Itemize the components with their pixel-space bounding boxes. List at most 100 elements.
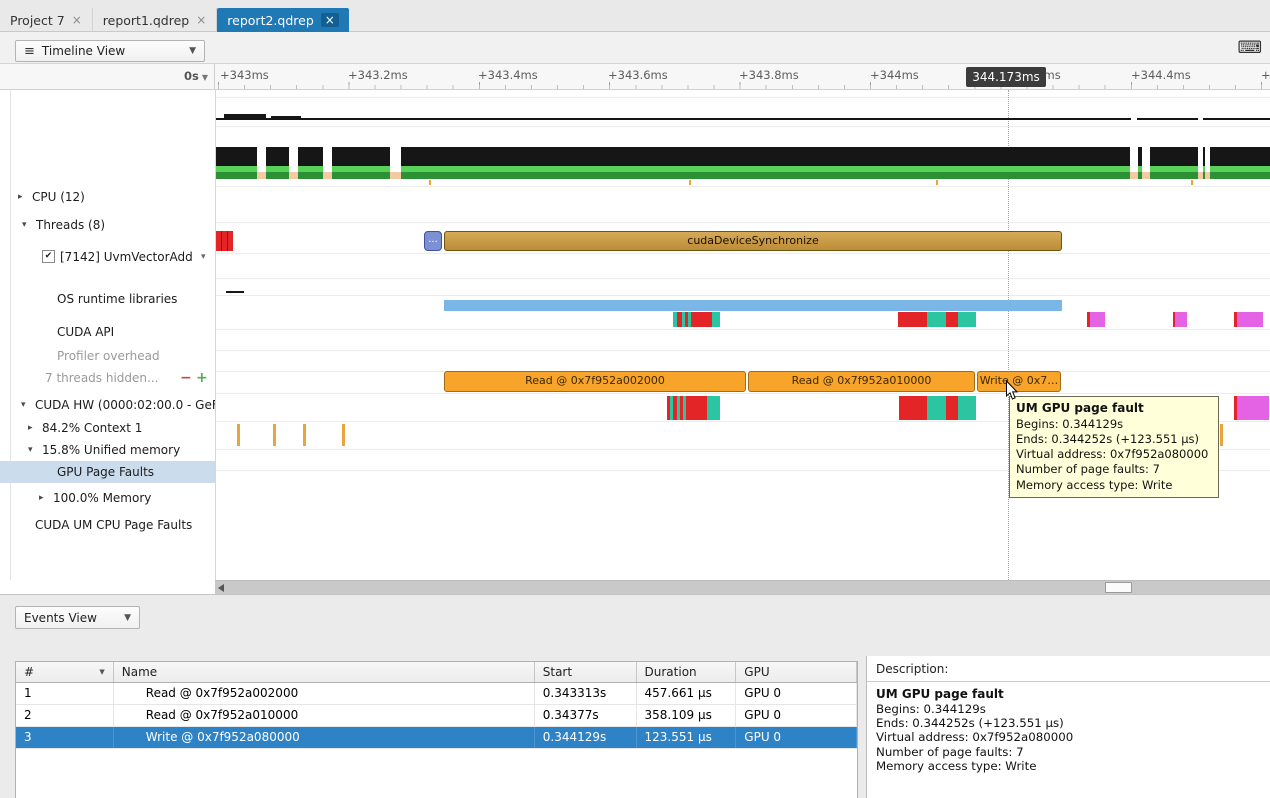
events-view-dropdown[interactable]: Events View ▼ [15,606,140,629]
memory-transfer[interactable] [707,396,720,420]
thread-gap-foot [289,172,298,179]
timeline-view-dropdown[interactable]: ≡ Timeline View ▼ [15,40,205,62]
thread-gap-foot [1130,172,1138,179]
um-cpu-page-fault[interactable] [273,424,276,446]
track-row-7-threads-hidden[interactable]: 7 threads hidden...−+ [0,367,215,389]
close-icon[interactable]: × [321,13,339,27]
memory-op[interactable] [927,312,946,327]
remove-filter-icon[interactable]: − [180,367,192,389]
keyboard-icon[interactable]: ⌨ [1237,38,1262,58]
mouse-cursor-icon [1005,380,1019,401]
column-header-start[interactable]: Start [535,662,637,682]
event-cell-gpu: GPU 0 [736,727,857,748]
row-separator [216,295,1270,296]
column-header-gpu[interactable]: GPU [736,662,857,682]
um-cpu-page-fault[interactable] [303,424,306,446]
cuda-api-range[interactable]: cudaDeviceSynchronize [444,231,1062,251]
event-row[interactable]: 2Read @ 0x7f952a0100000.34377s358.109 µs… [16,705,857,727]
os-runtime-marker[interactable] [1191,180,1193,185]
event-cell-gpu: GPU 0 [736,705,857,726]
timeline-canvas[interactable]: UM GPU page fault Begins: 0.344129s Ends… [215,90,1270,580]
os-runtime-marker[interactable] [429,180,431,185]
column-header-name[interactable]: Name [114,662,535,682]
memory-transfer[interactable] [1237,396,1269,420]
tooltip-num-faults: Number of page faults: 7 [1016,462,1212,477]
track-row-threads-8[interactable]: ▾Threads (8) [0,214,215,236]
expand-arrow-icon[interactable]: ▸ [28,417,33,439]
um-cpu-page-fault[interactable] [342,424,345,446]
os-runtime-marker[interactable] [689,180,691,185]
thread-checkbox[interactable]: ✔ [42,250,55,263]
thread-options-caret-icon[interactable]: ▾ [201,246,206,268]
memory-transfer[interactable] [899,396,927,420]
um-cpu-page-fault[interactable] [237,424,240,446]
track-row-os-runtime-libraries[interactable]: OS runtime libraries [0,288,215,310]
tab-report1-qdrep[interactable]: report1.qdrep × [93,8,218,32]
event-cell-start: 0.343313s [535,683,637,704]
track-row-15-8-unified-memory[interactable]: ▾15.8% Unified memory [0,439,215,461]
gpu-page-fault-range[interactable]: Read @ 0x7f952a010000 [748,371,975,392]
thread-gap [257,147,266,172]
track-row-cpu-12[interactable]: ▸CPU (12) [0,186,215,208]
collapse-arrow-icon[interactable]: ▾ [28,439,33,461]
hidden-thread-mark [226,291,244,293]
ruler-origin-dropdown[interactable]: 0s▼ [0,64,215,90]
memory-transfer[interactable] [958,396,976,420]
track-row-7142-uvmvectoradd[interactable]: ▾✔[7142] UvmVectorAdd▾ [0,246,215,268]
track-row-label: 100.0% Memory [53,487,151,509]
event-row[interactable]: 3Write @ 0x7f952a0800000.344129s123.551 … [16,727,857,749]
memory-op[interactable] [946,312,958,327]
event-cell-name: Read @ 0x7f952a010000 [114,705,535,726]
memory-transfer[interactable] [927,396,946,420]
kernel-range[interactable] [444,300,1062,311]
ruler-tick-label: +343.4ms [478,68,538,82]
close-icon[interactable]: × [196,14,206,26]
memory-op[interactable] [1175,312,1187,327]
gpu-page-fault-range[interactable]: Read @ 0x7f952a002000 [444,371,746,392]
memory-transfer[interactable] [946,396,958,420]
memory-op[interactable] [958,312,976,327]
collapse-arrow-icon[interactable]: ▾ [22,214,27,236]
um-cpu-page-fault[interactable] [1220,424,1223,446]
memory-op[interactable] [712,312,720,327]
memory-transfer[interactable] [686,396,707,420]
event-tooltip: UM GPU page fault Begins: 0.344129s Ends… [1009,396,1219,498]
cuda-api-call-red[interactable] [216,231,233,251]
memory-op[interactable] [691,312,712,327]
track-row-cuda-um-cpu-page-faults[interactable]: CUDA UM CPU Page Faults [0,514,215,536]
chevron-down-icon: ▼ [202,73,208,82]
expand-arrow-icon[interactable]: ▸ [39,487,44,509]
memory-op[interactable] [898,312,927,327]
collapse-arrow-icon[interactable]: ▾ [21,394,26,416]
track-row-100-0-memory[interactable]: ▸ 100.0% Memory [0,487,215,509]
memory-op[interactable] [1237,312,1263,327]
cpu-utilization-line [216,118,1270,120]
track-row-label: CUDA API [57,321,114,343]
row-separator [216,253,1270,254]
track-row-profiler-overhead[interactable]: Profiler overhead [0,345,215,367]
scrollbar-thumb[interactable] [1105,582,1132,593]
track-row-84-2-context-1[interactable]: ▸84.2% Context 1 [0,417,215,439]
event-row[interactable]: 1Read @ 0x7f952a0020000.343313s457.661 µ… [16,683,857,705]
scroll-left-arrow-icon[interactable] [218,584,224,592]
thread-gap [1205,147,1210,172]
tab-label: report1.qdrep [103,13,189,28]
gpu-page-fault-range[interactable]: Write @ 0x7… [977,371,1061,392]
sort-descending-icon[interactable]: ▼ [99,662,104,682]
column-header-[interactable]: #▼ [16,662,114,682]
tab-project-7[interactable]: Project 7× [0,8,93,32]
expand-arrow-icon[interactable]: ▸ [18,186,23,208]
column-header-duration[interactable]: Duration [637,662,737,682]
cuda-api-ellipsis[interactable]: ... [424,231,442,251]
track-row-cuda-hw-0000-02-00-0-gef[interactable]: ▾CUDA HW (0000:02:00.0 - GeF [0,394,215,416]
horizontal-scrollbar[interactable] [215,580,1270,594]
close-icon[interactable]: × [72,14,82,26]
track-row-cuda-api[interactable]: CUDA API [0,321,215,343]
memory-op[interactable] [1090,312,1105,327]
os-runtime-marker[interactable] [936,180,938,185]
track-row-gpu-page-faults[interactable]: GPU Page Faults [0,461,215,483]
row-separator [216,329,1270,330]
add-filter-icon[interactable]: + [196,367,208,389]
event-cell-start: 0.344129s [535,727,637,748]
tab-report2-qdrep[interactable]: report2.qdrep× [217,8,349,32]
